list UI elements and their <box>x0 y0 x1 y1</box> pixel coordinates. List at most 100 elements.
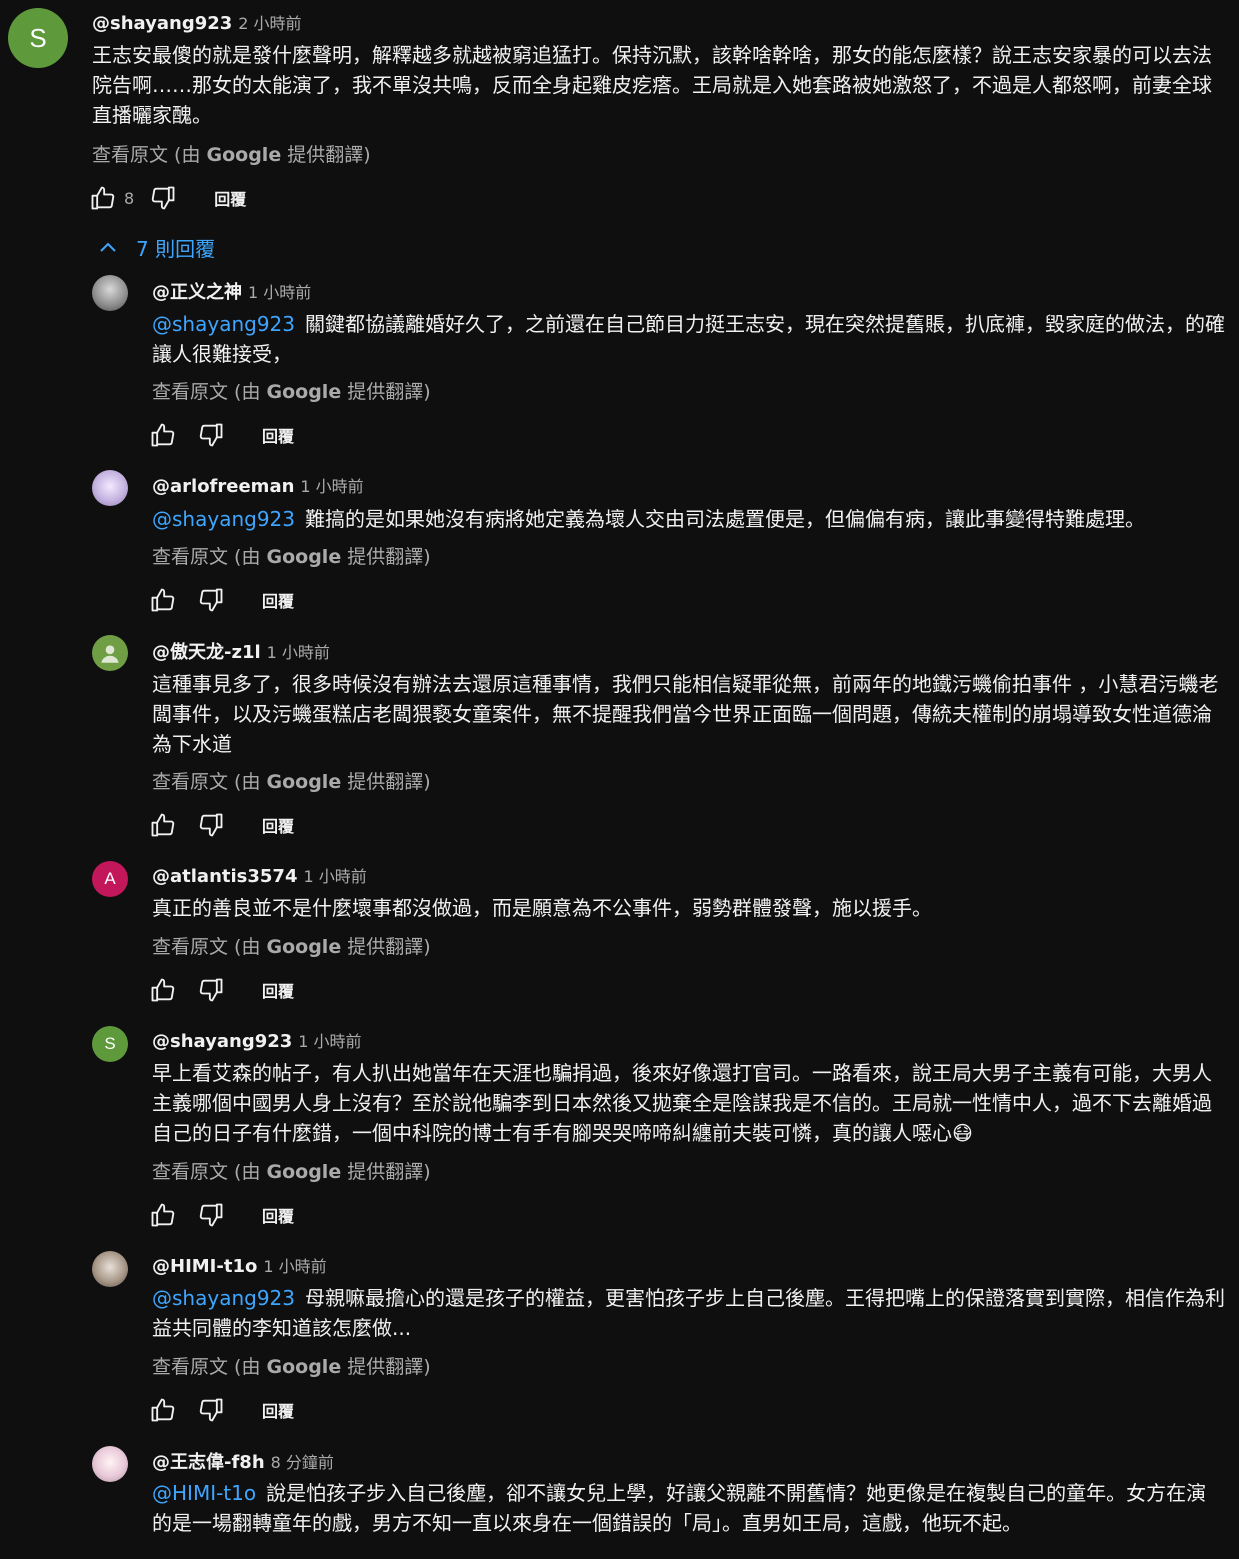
like-count: 8 <box>124 188 135 208</box>
like-button[interactable] <box>148 975 178 1005</box>
comment-thread: S @shayang923 2 小時前 王志安最傻的就是發什麼聲明，解釋越多就越被… <box>0 0 1239 230</box>
dislike-button[interactable] <box>196 810 226 840</box>
thumb-up-icon <box>91 186 115 210</box>
avatar[interactable] <box>92 635 128 671</box>
comment-header: @shayang923 1 小時前 <box>152 1028 362 1052</box>
comment-actions: 回覆 <box>148 1395 294 1425</box>
dislike-button[interactable] <box>148 183 178 213</box>
comment-actions: 回覆 <box>148 1200 294 1230</box>
comment-time[interactable]: 1 小時前 <box>248 283 311 302</box>
see-original-link[interactable]: 查看原文 (由 Google 提供翻譯) <box>152 377 431 404</box>
dislike-button[interactable] <box>196 975 226 1005</box>
comment-author[interactable]: @HIMI-t1o <box>152 1256 257 1277</box>
reply-item: @arlofreeman 1 小時前 @shayang923 難搞的是如果她沒有病將… <box>0 465 1239 630</box>
reply-button[interactable]: 回覆 <box>262 588 294 612</box>
comment-author[interactable]: @shayang923 <box>92 13 232 34</box>
comment-text: @shayang923 關鍵都協議離婚好久了，之前還在自己節目力挺王志安，現在突然… <box>152 312 1225 366</box>
thumb-down-icon <box>199 1398 223 1422</box>
comment-time[interactable]: 1 小時前 <box>300 477 363 496</box>
avatar[interactable] <box>92 275 128 311</box>
mention-link[interactable]: @shayang923 <box>152 507 295 531</box>
mention-link[interactable]: @HIMI-t1o <box>152 1481 256 1505</box>
thumb-up-icon <box>151 1398 175 1422</box>
reply-button[interactable]: 回覆 <box>262 1203 294 1227</box>
comment-header: @HIMI-t1o 1 小時前 <box>152 1253 327 1277</box>
thumb-down-icon <box>199 588 223 612</box>
comment-header: @王志偉-f8h 8 分鐘前 <box>152 1448 334 1474</box>
like-button[interactable] <box>148 420 178 450</box>
replies-toggle[interactable]: 7 則回覆 <box>96 233 215 262</box>
reply-button[interactable]: 回覆 <box>262 1398 294 1422</box>
thumb-up-icon <box>151 588 175 612</box>
comment-time[interactable]: 1 小時前 <box>303 867 366 886</box>
thumb-down-icon <box>199 1203 223 1227</box>
thumb-down-icon <box>199 423 223 447</box>
comment-author[interactable]: @arlofreeman <box>152 476 294 497</box>
thumb-down-icon <box>199 813 223 837</box>
see-original-link[interactable]: 查看原文 (由 Google 提供翻譯) <box>152 767 431 794</box>
comment-time[interactable]: 8 分鐘前 <box>271 1453 334 1472</box>
comment-header: @傲天龙-z1l 1 小時前 <box>152 638 330 664</box>
reply-button[interactable]: 回覆 <box>262 978 294 1002</box>
comment-author[interactable]: @傲天龙-z1l <box>152 642 261 663</box>
like-button[interactable] <box>148 1395 178 1425</box>
see-original-link[interactable]: 查看原文 (由 Google 提供翻譯) <box>152 1352 431 1379</box>
dislike-button[interactable] <box>196 1395 226 1425</box>
comment-header: @arlofreeman 1 小時前 <box>152 473 364 497</box>
comment-actions: 回覆 <box>148 810 294 840</box>
comment-time[interactable]: 1 小時前 <box>298 1032 361 1051</box>
comment-actions: 回覆 <box>148 585 294 615</box>
comment-text: @shayang923 難搞的是如果她沒有病將她定義為壞人交由司法處置便是，但偏偏… <box>152 507 1145 531</box>
avatar[interactable] <box>92 470 128 506</box>
avatar[interactable]: S <box>92 1026 128 1062</box>
comment-time[interactable]: 2 小時前 <box>238 14 301 33</box>
chevron-up-icon <box>100 242 116 252</box>
see-original-link[interactable]: 查看原文 (由 Google 提供翻譯) <box>152 1157 431 1184</box>
comment-header: @shayang923 2 小時前 <box>92 10 302 34</box>
avatar[interactable] <box>92 1446 128 1482</box>
reply-item: @王志偉-f8h 8 分鐘前 @HIMI-t1o 說是怕孩子步入自己後塵，卻不讓女兒… <box>0 1440 1239 1559</box>
person-icon <box>101 645 119 663</box>
dislike-button[interactable] <box>196 1200 226 1230</box>
comment-actions: 8 回覆 <box>88 183 246 213</box>
comment-text: 真正的善良並不是什麼壞事都沒做過，而是願意為不公事件，弱勢群體發聲，施以援手。 <box>152 896 932 920</box>
like-button[interactable] <box>88 183 118 213</box>
like-button[interactable] <box>148 1200 178 1230</box>
comment-actions: 回覆 <box>148 975 294 1005</box>
thumb-down-icon <box>199 978 223 1002</box>
mention-link[interactable]: @shayang923 <box>152 1286 295 1310</box>
reply-item: @HIMI-t1o 1 小時前 @shayang923 母親嘛最擔心的還是孩子的權益… <box>0 1245 1239 1440</box>
avatar[interactable] <box>92 1251 128 1287</box>
like-button[interactable] <box>148 810 178 840</box>
reply-button[interactable]: 回覆 <box>214 186 246 210</box>
avatar[interactable]: A <box>92 861 128 897</box>
thumb-down-icon <box>151 186 175 210</box>
reply-item: S @shayang923 1 小時前 早上看艾森的帖子，有人扒出她當年在天涯也騙… <box>0 1020 1239 1245</box>
see-original-link[interactable]: 查看原文 (由 Google 提供翻譯) <box>152 542 431 569</box>
dislike-button[interactable] <box>196 585 226 615</box>
dislike-button[interactable] <box>196 420 226 450</box>
comment-time[interactable]: 1 小時前 <box>263 1257 326 1276</box>
thumb-up-icon <box>151 813 175 837</box>
comment-header: @正义之神 1 小時前 <box>152 278 311 304</box>
mention-link[interactable]: @shayang923 <box>152 312 295 336</box>
see-original-link[interactable]: 查看原文 (由 Google 提供翻譯) <box>152 932 431 959</box>
thumb-up-icon <box>151 423 175 447</box>
thumb-up-icon <box>151 978 175 1002</box>
avatar[interactable]: S <box>8 8 68 68</box>
reply-item: @傲天龙-z1l 1 小時前 這種事見多了，很多時候沒有辦法去還原這種事情，我們只… <box>0 630 1239 855</box>
comment-author[interactable]: @王志偉-f8h <box>152 1452 265 1473</box>
comment-author[interactable]: @atlantis3574 <box>152 866 297 887</box>
comment-author[interactable]: @shayang923 <box>152 1031 292 1052</box>
comment-author[interactable]: @正义之神 <box>152 282 242 303</box>
see-original-link[interactable]: 查看原文 (由 Google 提供翻譯) <box>92 140 371 167</box>
thumb-up-icon <box>151 1203 175 1227</box>
reply-item: @正义之神 1 小時前 @shayang923 關鍵都協議離婚好久了，之前還在自己節… <box>0 270 1239 465</box>
reply-button[interactable]: 回覆 <box>262 813 294 837</box>
reply-button[interactable]: 回覆 <box>262 423 294 447</box>
comment-text: 王志安最傻的就是發什麼聲明，解釋越多就越被窮追猛打。保持沉默，該幹啥幹啥，那女的… <box>92 43 1212 127</box>
comment-text: @HIMI-t1o 說是怕孩子步入自己後塵，卻不讓女兒上學，好讓父親離不開舊情？她… <box>152 1481 1207 1535</box>
comment-header: @atlantis3574 1 小時前 <box>152 863 367 887</box>
like-button[interactable] <box>148 585 178 615</box>
comment-time[interactable]: 1 小時前 <box>267 643 330 662</box>
